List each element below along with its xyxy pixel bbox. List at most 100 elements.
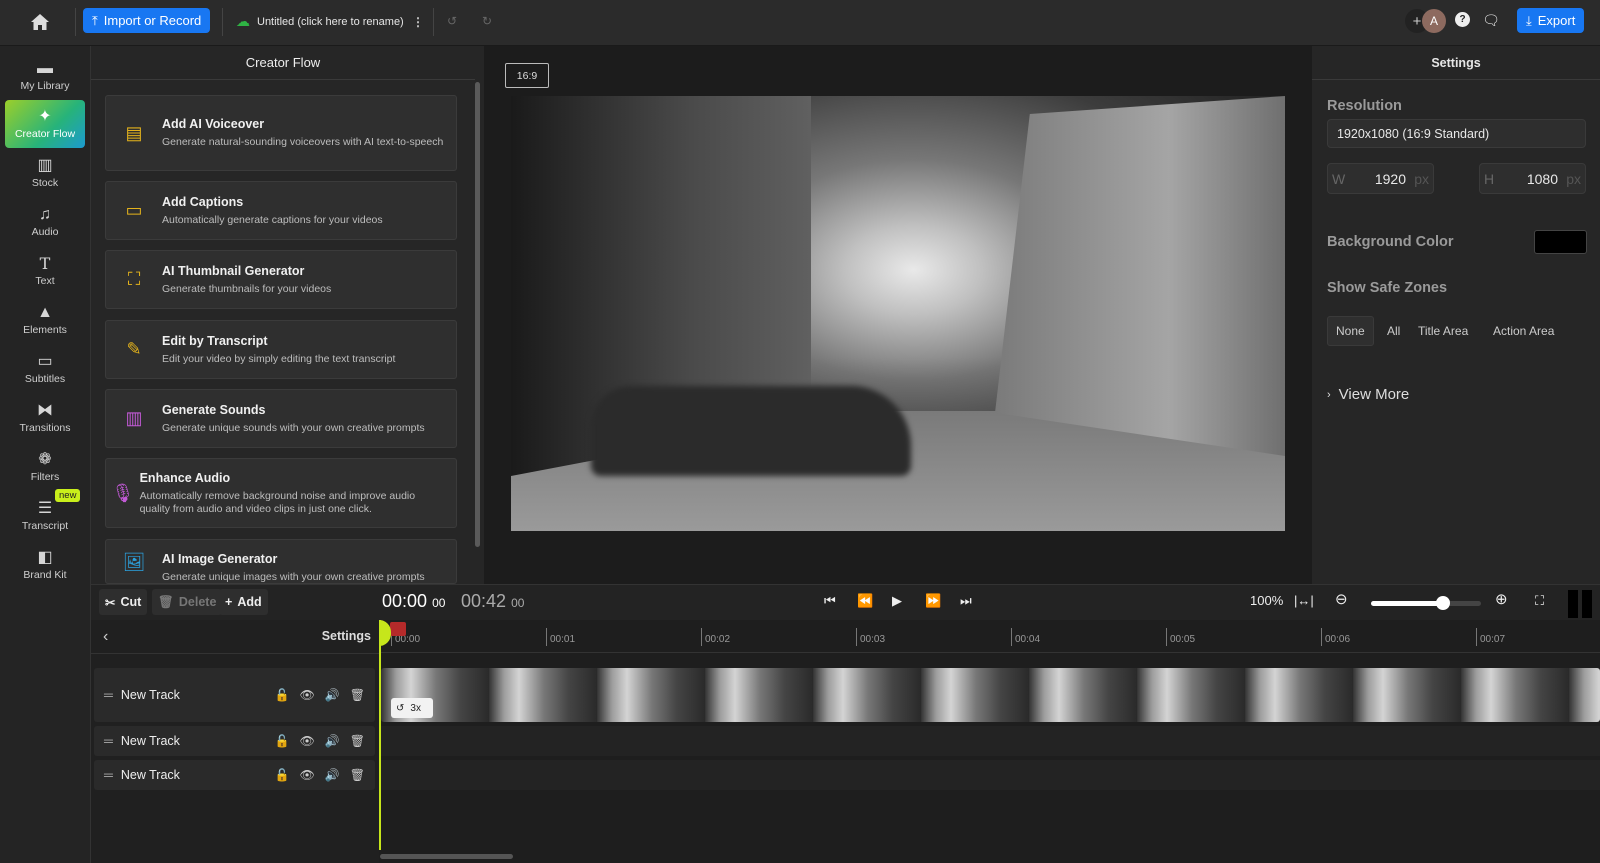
panel-scrollbar[interactable] <box>475 82 480 547</box>
drag-handle-icon[interactable]: ═ <box>104 768 113 782</box>
avatar[interactable]: A <box>1422 9 1446 33</box>
background-color-label: Background Color <box>1327 234 1454 250</box>
add-button[interactable]: + Add <box>219 589 268 615</box>
sidebar-item-brand-kit[interactable]: ◧ Brand Kit <box>5 541 85 589</box>
undo-icon[interactable]: ↺ <box>443 12 461 30</box>
rewind-icon[interactable]: ⏪ <box>857 593 873 609</box>
resolution-label: Resolution <box>1327 98 1402 114</box>
card-add-captions[interactable]: ▭ Add Captions Automatically generate capt… <box>105 181 457 240</box>
zoom-slider[interactable] <box>1371 596 1481 610</box>
track-row[interactable]: ═ New Track 🔓 👁 🔊 🗑 <box>94 726 375 756</box>
track-row[interactable]: ═ New Track 🔓 👁 🔊 🗑 <box>94 668 375 722</box>
card-edit-by-transcript[interactable]: ✎ Edit by Transcript Edit your video by si… <box>105 320 457 379</box>
help-icon[interactable]: ? <box>1455 12 1470 27</box>
import-or-record-button[interactable]: ⤒ Import or Record <box>83 8 211 33</box>
sidebar-item-elements[interactable]: ▲ Elements <box>5 296 85 344</box>
home-icon[interactable] <box>28 10 52 34</box>
timeline-scrollbar[interactable] <box>380 854 513 859</box>
sidebar-item-subtitles[interactable]: ▭ Subtitles <box>5 345 85 393</box>
settings-panel: Settings Resolution 1920x1080 (16:9 Stan… <box>1312 46 1600 584</box>
eye-icon[interactable]: 👁 <box>300 688 315 702</box>
timeline[interactable]: 00:00 00:01 00:02 00:03 00:04 00:05 00:06 00:07… <box>379 620 1600 863</box>
music-icon: ♫ <box>39 205 51 223</box>
collapse-chevron-icon[interactable]: ‹ <box>103 628 108 646</box>
eye-icon[interactable]: 👁 <box>300 768 315 782</box>
stock-icon: ▥ <box>37 156 53 174</box>
project-title[interactable]: ☁ Untitled (click here to rename) <box>236 13 404 30</box>
panel-toggle-right[interactable] <box>1582 590 1592 618</box>
clip-speed-badge[interactable]: ↺ 3x <box>391 698 433 718</box>
ruler-tick: 00:02 <box>701 628 730 646</box>
timeline-settings-label[interactable]: Settings <box>322 629 371 643</box>
height-input[interactable]: H 1080 px <box>1479 163 1586 194</box>
trash-icon[interactable]: 🗑 <box>350 768 365 782</box>
safe-zone-action-area[interactable]: Action Area <box>1485 316 1562 346</box>
track-headers: ‹ Settings ═ New Track 🔓 👁 🔊 🗑 ═ New Track 🔓 👁 🔊 🗑… <box>91 620 379 863</box>
volume-icon[interactable]: 🔊 <box>325 688 340 702</box>
sidebar: ▬ My Library ✦ Creator Flow ▥ Stock ♫ Audio … <box>0 46 91 863</box>
safe-zone-all[interactable]: All <box>1379 316 1408 346</box>
plus-icon: + <box>225 595 233 609</box>
video-preview[interactable] <box>511 96 1285 531</box>
cut-button[interactable]: ✂ Cut <box>99 589 148 615</box>
sidebar-item-transitions[interactable]: ⧓ Transitions <box>5 394 85 442</box>
zoom-out-icon[interactable]: ⊖ <box>1335 590 1348 608</box>
play-icon[interactable]: ▶ <box>892 593 902 609</box>
eye-icon[interactable]: 👁 <box>300 734 315 748</box>
view-more-toggle[interactable]: › View More <box>1327 386 1409 403</box>
shapes-icon: ▲ <box>37 303 53 321</box>
current-time: 00:00 00 <box>382 591 446 611</box>
ruler-tick: 00:07 <box>1476 628 1505 646</box>
chat-icon[interactable]: 🗨 <box>1481 10 1501 30</box>
zoom-in-icon[interactable]: ⊕ <box>1495 590 1508 608</box>
sidebar-item-stock[interactable]: ▥ Stock <box>5 149 85 197</box>
background-color-swatch[interactable] <box>1534 230 1587 254</box>
volume-icon[interactable]: 🔊 <box>325 734 340 748</box>
filters-icon: ❁ <box>38 450 52 468</box>
skip-to-start-icon[interactable]: ⏮ <box>824 593 836 609</box>
marker-flag[interactable] <box>390 622 406 636</box>
card-ai-voiceover[interactable]: ▤ Add AI Voiceover Generate natural-soundi… <box>105 95 457 171</box>
fast-forward-icon[interactable]: ⏩ <box>925 593 941 609</box>
panel-toggle-left[interactable] <box>1568 590 1578 618</box>
sidebar-item-creator-flow[interactable]: ✦ Creator Flow <box>5 100 85 148</box>
width-input[interactable]: W 1920 px <box>1327 163 1434 194</box>
track-row[interactable]: ═ New Track 🔓 👁 🔊 🗑 <box>94 760 375 790</box>
sidebar-item-my-library[interactable]: ▬ My Library <box>5 52 85 100</box>
playhead[interactable] <box>379 620 391 850</box>
card-generate-sounds[interactable]: ▥ Generate Sounds Generate unique sounds w… <box>105 389 457 448</box>
more-options-icon[interactable]: ⋮ <box>410 12 426 32</box>
volume-icon[interactable]: 🔊 <box>325 768 340 782</box>
transcript-icon: ☰ <box>37 499 53 517</box>
redo-icon[interactable]: ↻ <box>478 12 496 30</box>
safe-zone-none[interactable]: None <box>1327 316 1374 346</box>
trash-icon[interactable]: 🗑 <box>350 688 365 702</box>
safe-zone-title-area[interactable]: Title Area <box>1410 316 1476 346</box>
sidebar-item-text[interactable]: T Text <box>5 247 85 295</box>
drag-handle-icon[interactable]: ═ <box>104 734 113 748</box>
video-clip[interactable]: ↺ 3x <box>381 668 1600 722</box>
fullscreen-icon[interactable]: ⛶ <box>1535 593 1544 609</box>
voiceover-icon: ▤ <box>125 122 143 143</box>
time-ruler[interactable]: 00:00 00:01 00:02 00:03 00:04 00:05 00:06 00:07 <box>379 620 1600 653</box>
trash-icon[interactable]: 🗑 <box>350 734 365 748</box>
card-enhance-audio[interactable]: 🎙 Enhance Audio Automatically remove backg… <box>105 458 457 528</box>
settings-title: Settings <box>1312 46 1600 80</box>
lock-icon[interactable]: 🔓 <box>275 768 290 782</box>
sidebar-item-filters[interactable]: ❁ Filters <box>5 443 85 491</box>
drag-handle-icon[interactable]: ═ <box>104 688 113 702</box>
skip-to-end-icon[interactable]: ⏭ <box>960 593 972 609</box>
resolution-select[interactable]: 1920x1080 (16:9 Standard) <box>1327 119 1586 148</box>
fit-to-width-icon[interactable]: |↔| <box>1294 593 1314 608</box>
zoom-slider-handle[interactable] <box>1435 596 1450 610</box>
lock-icon[interactable]: 🔓 <box>275 734 290 748</box>
lock-icon[interactable]: 🔓 <box>275 688 290 702</box>
card-ai-image-generator[interactable]: 🖼 AI Image Generator Generate unique image… <box>105 539 457 584</box>
text-icon: T <box>39 253 51 273</box>
sidebar-item-audio[interactable]: ♫ Audio <box>5 198 85 246</box>
export-button[interactable]: ⤓ Export <box>1517 8 1585 33</box>
delete-button[interactable]: 🗑 Delete <box>152 589 223 615</box>
aspect-ratio-button[interactable]: 16:9 <box>505 63 549 88</box>
sparkle-icon: ✦ <box>38 107 52 125</box>
card-ai-thumbnail[interactable]: ⛶ AI Thumbnail Generator Generate thumbnai… <box>105 250 457 309</box>
